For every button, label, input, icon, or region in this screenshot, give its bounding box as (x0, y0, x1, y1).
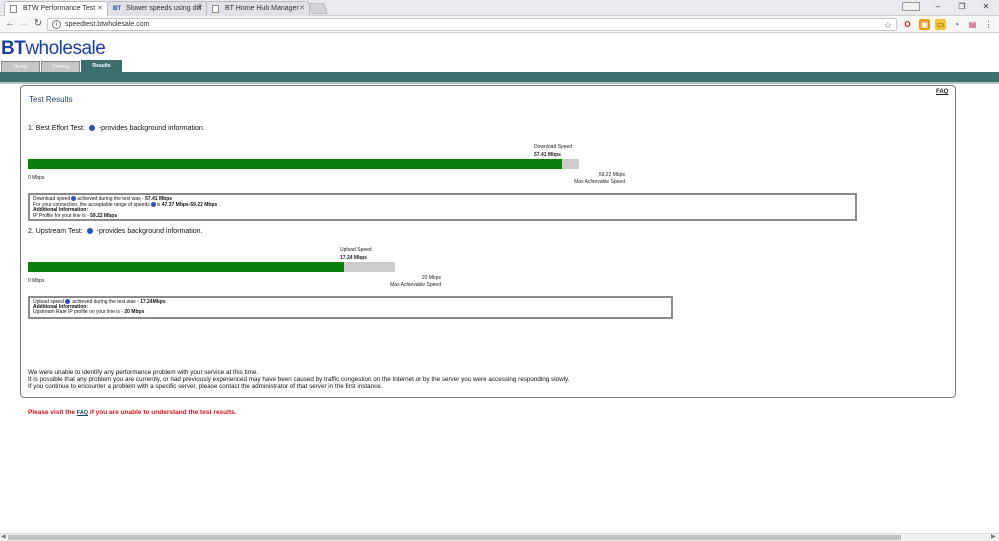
tab-title: BTW Performance Test (23, 5, 96, 12)
close-icon[interactable]: ✕ (196, 2, 202, 16)
new-tab-button[interactable] (307, 3, 329, 14)
scroll-right-arrow-icon[interactable]: ▶ (991, 534, 996, 541)
opera-extension-icon[interactable]: O (902, 19, 913, 30)
tab-title: BT Home Hub Manager (225, 5, 299, 12)
panel-title: Test Results (29, 95, 73, 104)
tab-slower-speeds[interactable]: BT Slower speeds using diff ✕ (107, 1, 207, 16)
best-effort-heading: 1. Best Effort Test: -provides backgroun… (28, 125, 205, 132)
tab-title: Slower speeds using diff (126, 5, 202, 12)
extension-folder-icon[interactable]: ▭ (935, 19, 946, 30)
minimize-icon[interactable]: – (929, 0, 947, 14)
upstream-heading: 2. Upstream Test: -provides background i… (28, 228, 203, 235)
extension-badge-icon[interactable]: ▣ (919, 19, 930, 30)
menu-icon[interactable]: ⋮ (983, 19, 994, 30)
info-icon[interactable] (71, 196, 77, 201)
message-line: It is possible that any problem you are … (28, 376, 570, 383)
page-content: BTwholesale Home Testing Results Test Re… (0, 34, 999, 534)
detail-line: Upstream Rate IP profile on your line is… (33, 309, 145, 316)
upload-speed-value: 17.24 Mbps (340, 255, 367, 261)
download-bar-fill (28, 159, 562, 169)
address-url: speedtest.btwholesale.com (65, 21, 150, 28)
scroll-left-arrow-icon[interactable]: ◀ (1, 534, 6, 541)
download-speed-label: Download Speed (534, 144, 573, 150)
close-icon[interactable]: ✕ (299, 2, 305, 16)
info-icon[interactable] (86, 228, 93, 235)
result-message: We were unable to identify any performan… (28, 369, 569, 390)
download-bar-track (28, 159, 579, 169)
nav-divider (0, 82, 999, 84)
upload-max-label: Max Achievable Speed (390, 282, 441, 288)
bookmark-star-icon[interactable]: ☆ (884, 19, 892, 31)
faq-top-link[interactable]: FAQ (936, 89, 948, 95)
download-min-label: 0 Mbps (28, 175, 45, 181)
nav-tab-results[interactable]: Results (81, 60, 122, 72)
speedometer-icon[interactable]: ◔ (951, 19, 962, 30)
info-icon[interactable]: i (52, 20, 61, 29)
horizontal-scrollbar[interactable]: ◀ ▶ (0, 533, 999, 541)
download-details-box: Download speed achieved during the test w… (28, 193, 857, 221)
upload-min-label: 0 Mbps (28, 278, 45, 284)
bt-wholesale-logo[interactable]: BTwholesale (1, 38, 106, 60)
profile-badge-icon[interactable] (902, 2, 920, 11)
close-icon[interactable]: ✕ (97, 2, 103, 16)
upload-details-box: Upload speed achieved during the test wa… (28, 296, 673, 319)
restore-icon[interactable]: ❐ (953, 0, 971, 14)
download-max-label: Max Achievable Speed (574, 179, 625, 185)
message-line: If you continue to encounter a problem w… (28, 383, 383, 390)
info-icon[interactable] (88, 125, 95, 132)
bt-favicon-icon: BT (113, 6, 121, 12)
info-icon[interactable] (150, 202, 156, 208)
nav-bar (0, 72, 999, 82)
nav-tab-testing[interactable]: Testing (41, 61, 80, 72)
document-icon (10, 5, 17, 13)
upload-bar-fill (28, 262, 345, 272)
upload-speed-label: Upload Speed (340, 247, 372, 253)
tab-btw-performance-test[interactable]: BTW Performance Test ✕ (4, 1, 108, 16)
browser-toolbar: ← → ↻ i speedtest.btwholesale.com ☆ O ▣ … (0, 16, 999, 33)
nav-tab-home[interactable]: Home (1, 61, 40, 72)
reload-icon[interactable]: ↻ (32, 18, 44, 30)
address-bar[interactable]: i speedtest.btwholesale.com ☆ (47, 18, 897, 31)
faq-warning: Please visit the FAQ if you are unable t… (28, 409, 237, 416)
back-arrow-icon[interactable]: ← (4, 18, 16, 30)
scrollbar-thumb[interactable] (8, 535, 901, 540)
detail-line: IP Profile for your line is - 59.22 Mbps (33, 212, 118, 219)
tab-bt-home-hub[interactable]: BT Home Hub Manager ✕ (206, 1, 310, 16)
faq-link[interactable]: FAQ (77, 410, 88, 416)
extension-red-icon[interactable]: ▤ (967, 19, 978, 30)
browser-tabstrip: BTW Performance Test ✕ BT Slower speeds … (0, 0, 999, 16)
message-line: We were unable to identify any performan… (28, 369, 259, 376)
logo-wholesale: wholesale (25, 38, 106, 59)
upload-max-value: 20 Mbps (421, 275, 441, 281)
window-close-icon[interactable]: ✕ (977, 0, 995, 14)
logo-bt: BT (1, 38, 26, 59)
results-panel: Test Results 1. Best Effort Test: -provi… (20, 85, 956, 416)
download-speed-value: 57.41 Mbps (534, 152, 561, 158)
upload-bar-track (28, 262, 395, 272)
download-max-value: 59.22 Mbps (598, 172, 625, 178)
forward-arrow-icon[interactable]: → (18, 18, 30, 30)
document-icon (212, 5, 219, 13)
